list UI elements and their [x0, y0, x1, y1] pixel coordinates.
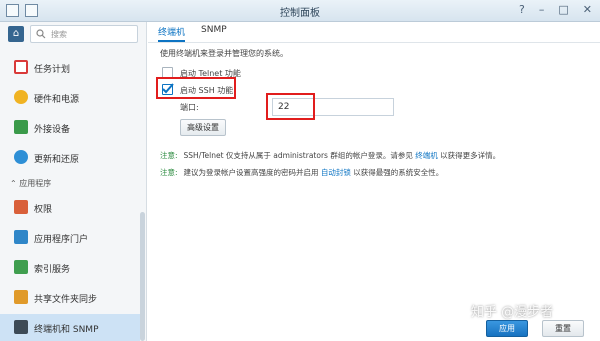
note-key: 注意: — [160, 168, 178, 177]
sidebar-item-external-devices[interactable]: 外接设备 — [0, 114, 140, 142]
home-icon[interactable]: ⌂ — [8, 26, 24, 42]
sidebar-item-label: 更新和还原 — [34, 155, 80, 165]
sidebar-item-label: 硬件和电源 — [34, 95, 80, 105]
sidebar-item-label: 索引服务 — [34, 265, 71, 275]
maximize-icon[interactable]: □ — [558, 3, 568, 16]
section-label: 应用程序 — [19, 179, 52, 188]
sidebar-item-app-portal[interactable]: 应用程序门户 — [0, 224, 140, 252]
search-placeholder: 搜索 — [51, 30, 67, 39]
calendar-check-icon — [14, 60, 28, 74]
sidebar-item-task-scheduler[interactable]: 任务计划 — [0, 54, 140, 82]
note-text: 以获得最强的系统安全性。 — [350, 168, 444, 177]
note-text: 以获得更多详情。 — [437, 151, 501, 160]
reset-button[interactable]: 重置 — [542, 320, 584, 337]
sidebar-scrollbar[interactable] — [140, 212, 145, 341]
sidebar-item-shared-folder-sync[interactable]: 共享文件夹同步 — [0, 284, 140, 312]
apply-button[interactable]: 应用 — [486, 320, 528, 337]
close-icon[interactable]: ✕ — [583, 3, 592, 16]
tab-terminal[interactable]: 终端机 — [158, 22, 186, 42]
index-search-icon — [14, 260, 28, 274]
main-panel: 终端机 SNMP 使用终端机来登录并管理您的系统。 启动 Telnet 功能 启… — [148, 22, 600, 341]
tab-divider — [148, 42, 600, 43]
permission-icon — [14, 200, 28, 214]
window-titlebar: 控制面板 ? – □ ✕ — [0, 0, 600, 22]
search-icon — [36, 29, 46, 39]
auto-block-link[interactable]: 自动封锁 — [321, 168, 351, 177]
sidebar-item-privileges[interactable]: 权限 — [0, 194, 140, 222]
port-label: 端口: — [180, 103, 199, 112]
tab-bar: 终端机 SNMP — [158, 22, 227, 42]
terminal-icon — [14, 320, 28, 334]
sidebar-item-label: 终端机和 SNMP — [34, 325, 99, 335]
search-input[interactable]: 搜索 — [30, 25, 138, 43]
note-security: 注意: 建议为登录帐户设置高强度的密码并启用 自动封锁 以获得最强的系统安全性。 — [160, 167, 443, 178]
ssh-highlight-box — [156, 77, 236, 99]
terminal-help-link[interactable]: 终端机 — [415, 151, 438, 160]
port-highlight-box — [266, 93, 315, 120]
update-icon — [14, 150, 28, 164]
watermark: 知乎 @漫步者 — [471, 305, 554, 320]
note-text: 建议为登录帐户设置高强度的密码并启用 — [183, 168, 321, 177]
sidebar-item-label: 外接设备 — [34, 125, 71, 135]
chevron-up-icon: ⌃ — [10, 179, 20, 188]
usb-device-icon — [14, 120, 28, 134]
sidebar-item-update-restore[interactable]: 更新和还原 — [0, 144, 140, 172]
advanced-settings-button[interactable]: 高级设置 — [180, 119, 226, 136]
minimize-icon[interactable]: – — [539, 3, 545, 16]
sidebar-item-hardware-power[interactable]: 硬件和电源 — [0, 84, 140, 112]
window-controls: ? – □ ✕ — [519, 3, 592, 16]
help-icon[interactable]: ? — [519, 3, 525, 16]
sidebar-item-label: 应用程序门户 — [34, 235, 89, 245]
window-title: 控制面板 — [280, 8, 320, 19]
sidebar-item-label: 共享文件夹同步 — [34, 295, 98, 305]
sidebar-item-label: 权限 — [34, 205, 53, 215]
sidebar: ⌂ 搜索 任务计划 硬件和电源 外接设备 更新和还原 ⌃ 应用程序 权限 应用程… — [0, 22, 147, 341]
lightbulb-icon — [14, 90, 28, 104]
note-ssh-admin: 注意: SSH/Telnet 仅支持从属于 administrators 群组的帐… — [160, 150, 500, 161]
note-text: SSH/Telnet 仅支持从属于 administrators 群组的帐户登录… — [183, 151, 416, 160]
sidebar-item-indexing-service[interactable]: 索引服务 — [0, 254, 140, 282]
tab-snmp[interactable]: SNMP — [201, 22, 227, 42]
sidebar-item-label: 任务计划 — [34, 65, 71, 75]
sidebar-section-applications[interactable]: ⌃ 应用程序 — [10, 178, 51, 189]
app-portal-icon — [14, 230, 28, 244]
terminal-description: 使用终端机来登录并管理您的系统。 — [160, 49, 288, 58]
folder-sync-icon — [14, 290, 28, 304]
sidebar-item-terminal-snmp[interactable]: 终端机和 SNMP — [0, 314, 140, 341]
note-key: 注意: — [160, 151, 178, 160]
